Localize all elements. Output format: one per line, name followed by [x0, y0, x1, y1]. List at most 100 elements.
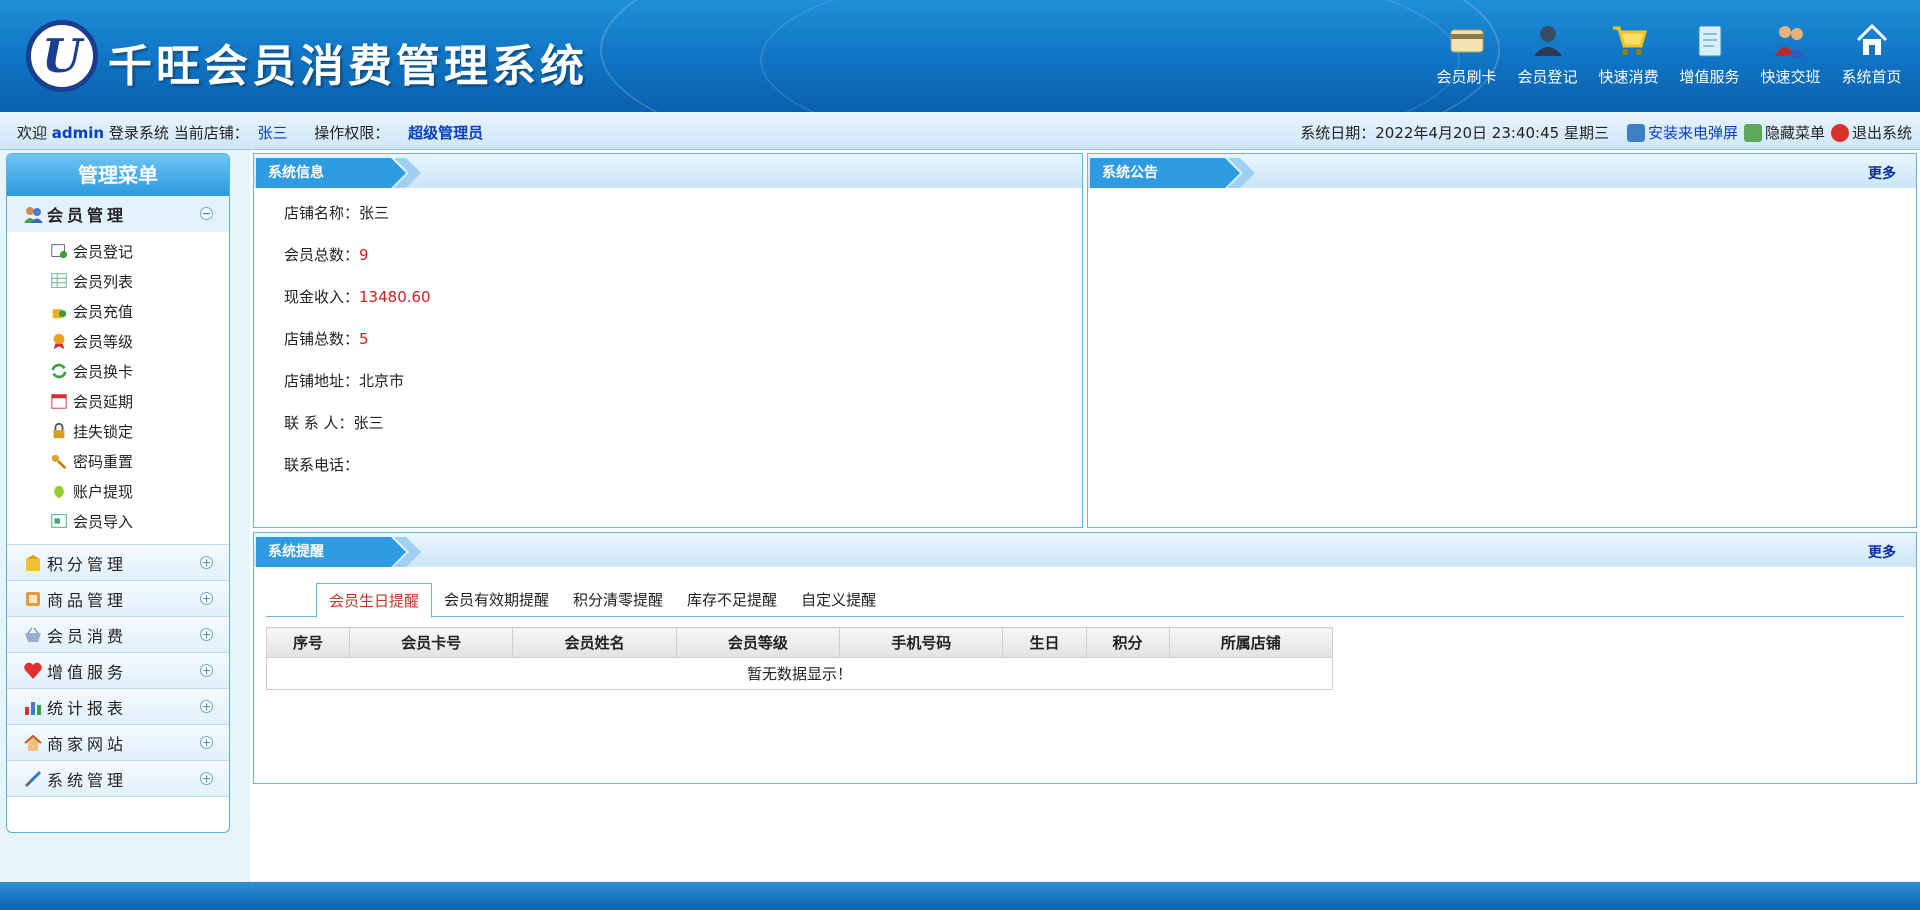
user-register-icon — [1528, 20, 1568, 60]
column-header[interactable]: 手机号码 — [839, 627, 1004, 658]
sidebar-group[interactable]: 统计报表 + — [7, 689, 229, 725]
system-notice-panel: 系统公告 更多 — [1087, 153, 1917, 528]
topnav-item[interactable]: 快速交班 — [1750, 20, 1831, 87]
column-header[interactable]: 会员姓名 — [512, 627, 677, 658]
reminder-tab[interactable]: 自定义提醒 — [789, 583, 888, 617]
expand-icon[interactable]: + — [200, 700, 213, 713]
info-value: 9 — [359, 246, 369, 264]
sidebar-item[interactable]: 会员延期 — [7, 386, 229, 416]
login-info: 欢迎 admin 登录系统 当前店铺： 张三 操作权限： 超级管理员 — [17, 122, 483, 143]
sidebar-group[interactable]: 增值服务 + — [7, 653, 229, 689]
expand-icon[interactable]: + — [200, 772, 213, 785]
column-header[interactable]: 序号 — [265, 627, 351, 658]
cart-icon — [1609, 20, 1649, 60]
info-value: 5 — [359, 330, 369, 348]
reminder-tab[interactable]: 积分清零提醒 — [561, 583, 675, 617]
topnav-label: 增值服务 — [1679, 68, 1740, 86]
expand-icon[interactable]: + — [200, 628, 213, 641]
sidebar-group[interactable]: 商家网站 + — [7, 725, 229, 761]
sidebar-group[interactable]: 系统管理 + — [7, 761, 229, 797]
panel-title-tab: 系统公告 — [1090, 158, 1255, 188]
column-header[interactable]: 所属店铺 — [1168, 627, 1334, 658]
reminder-table: 序号 会员卡号 会员姓名 会员等级 手机号码 生日 积分 所属店铺 暂无数据显示！ — [265, 627, 1334, 690]
info-label: 店铺地址： — [284, 372, 360, 390]
reminder-tab[interactable]: 会员生日提醒 — [316, 583, 433, 618]
app-logo: U — [26, 20, 98, 92]
date-label: 系统日期： — [1300, 124, 1376, 142]
sidebar-item[interactable]: 会员列表 — [7, 266, 229, 296]
hide-menu-link[interactable]: 隐藏菜单 — [1743, 122, 1825, 143]
sidebar-group[interactable]: 积分管理 + — [7, 545, 229, 581]
permission-label: 操作权限： — [314, 124, 390, 142]
expand-icon[interactable]: + — [200, 736, 213, 749]
topnav-item[interactable]: 会员登记 — [1507, 20, 1588, 87]
card-icon — [1447, 20, 1487, 60]
heart-icon — [23, 661, 43, 681]
register-icon — [49, 242, 69, 260]
install-popup-label: 安装来电弹屏 — [1647, 124, 1738, 142]
app-title: 千旺会员消费管理系统 — [108, 41, 588, 92]
sidebar-item-label: 会员登记 — [73, 242, 134, 261]
sidebar-menu: 会员管理 − 会员登记 会员列表 会员充值 会员等级 会员换卡 会员延期 挂失锁… — [7, 196, 229, 797]
system-date: 2022年4月20日 23:40:45 星期三 — [1375, 124, 1609, 142]
info-label: 店铺总数： — [284, 330, 360, 348]
swap-icon — [49, 362, 69, 380]
table-row: 暂无数据显示！ — [266, 657, 1333, 690]
notice-more-link[interactable]: 更多 — [1868, 163, 1896, 183]
sidebar-item-label: 会员列表 — [73, 272, 134, 291]
sidebar-group[interactable]: 会员管理 − — [7, 196, 229, 232]
sidebar-item-label: 会员换卡 — [73, 362, 134, 381]
reminder-tab[interactable]: 库存不足提醒 — [675, 583, 789, 617]
info-row: 会员总数：9 — [284, 244, 1082, 286]
column-header[interactable]: 会员卡号 — [349, 627, 514, 658]
sidebar-item-label: 会员延期 — [73, 392, 134, 411]
sidebar-item[interactable]: 密码重置 — [7, 446, 229, 476]
topnav-item[interactable]: 系统首页 — [1831, 20, 1912, 87]
expand-icon[interactable]: + — [200, 556, 213, 569]
panel-header: 系统信息 — [254, 154, 1082, 188]
column-header[interactable]: 会员等级 — [675, 627, 841, 658]
info-label: 现金收入： — [284, 288, 360, 306]
import-icon — [49, 512, 69, 530]
expand-icon[interactable]: + — [200, 664, 213, 677]
app-header: U 千旺会员消费管理系统 会员刷卡 会员登记 快速消费 增值服务 快速交班 系统… — [0, 0, 1920, 112]
sidebar-group[interactable]: 商品管理 + — [7, 581, 229, 617]
sidebar-item[interactable]: 会员换卡 — [7, 356, 229, 386]
info-value: 北京市 — [359, 372, 405, 390]
sidebar-item-label: 会员等级 — [73, 332, 134, 351]
panel-header: 系统提醒 更多 — [254, 533, 1916, 567]
info-label: 会员总数： — [284, 246, 360, 264]
sidebar-item[interactable]: 会员登记 — [7, 236, 229, 266]
topnav-label: 快速交班 — [1760, 68, 1821, 86]
sidebar-group[interactable]: 会员消费 + — [7, 617, 229, 653]
sidebar-item[interactable]: 挂失锁定 — [7, 416, 229, 446]
install-popup-link[interactable]: 安装来电弹屏 — [1626, 122, 1738, 143]
sidebar-item[interactable]: 账户提现 — [7, 476, 229, 506]
sidebar: 管理菜单 会员管理 − 会员登记 会员列表 会员充值 会员等级 会员换卡 会员延… — [6, 153, 230, 833]
info-label: 店铺名称： — [284, 204, 360, 222]
empty-message: 暂无数据显示！ — [266, 657, 1333, 690]
collapse-icon[interactable]: − — [200, 207, 213, 220]
sidebar-title: 管理菜单 — [7, 154, 229, 196]
expand-icon[interactable]: + — [200, 592, 213, 605]
sidebar-group-label: 系统管理 — [47, 770, 128, 790]
table-header-row: 序号 会员卡号 会员姓名 会员等级 手机号码 生日 积分 所属店铺 — [265, 627, 1334, 658]
topnav-item[interactable]: 快速消费 — [1588, 20, 1669, 87]
column-header[interactable]: 生日 — [1002, 627, 1087, 658]
sidebar-item[interactable]: 会员导入 — [7, 506, 229, 536]
info-label: 联 系 人： — [284, 414, 354, 432]
logout-label: 退出系统 — [1851, 124, 1912, 142]
sidebar-item[interactable]: 会员等级 — [7, 326, 229, 356]
reminder-tab[interactable]: 会员有效期提醒 — [432, 583, 561, 617]
system-reminder-title: 系统提醒 — [268, 544, 324, 560]
logout-link[interactable]: 退出系统 — [1830, 122, 1912, 143]
reminder-more-link[interactable]: 更多 — [1868, 542, 1896, 562]
topnav-item[interactable]: 会员刷卡 — [1426, 20, 1507, 87]
info-row: 联系电话： — [284, 454, 1082, 496]
sidebar-item-label: 密码重置 — [73, 452, 134, 471]
column-header[interactable]: 积分 — [1085, 627, 1170, 658]
sidebar-item[interactable]: 会员充值 — [7, 296, 229, 326]
info-row: 店铺总数：5 — [284, 328, 1082, 370]
topnav-item[interactable]: 增值服务 — [1669, 20, 1750, 87]
recharge-icon — [49, 302, 69, 320]
